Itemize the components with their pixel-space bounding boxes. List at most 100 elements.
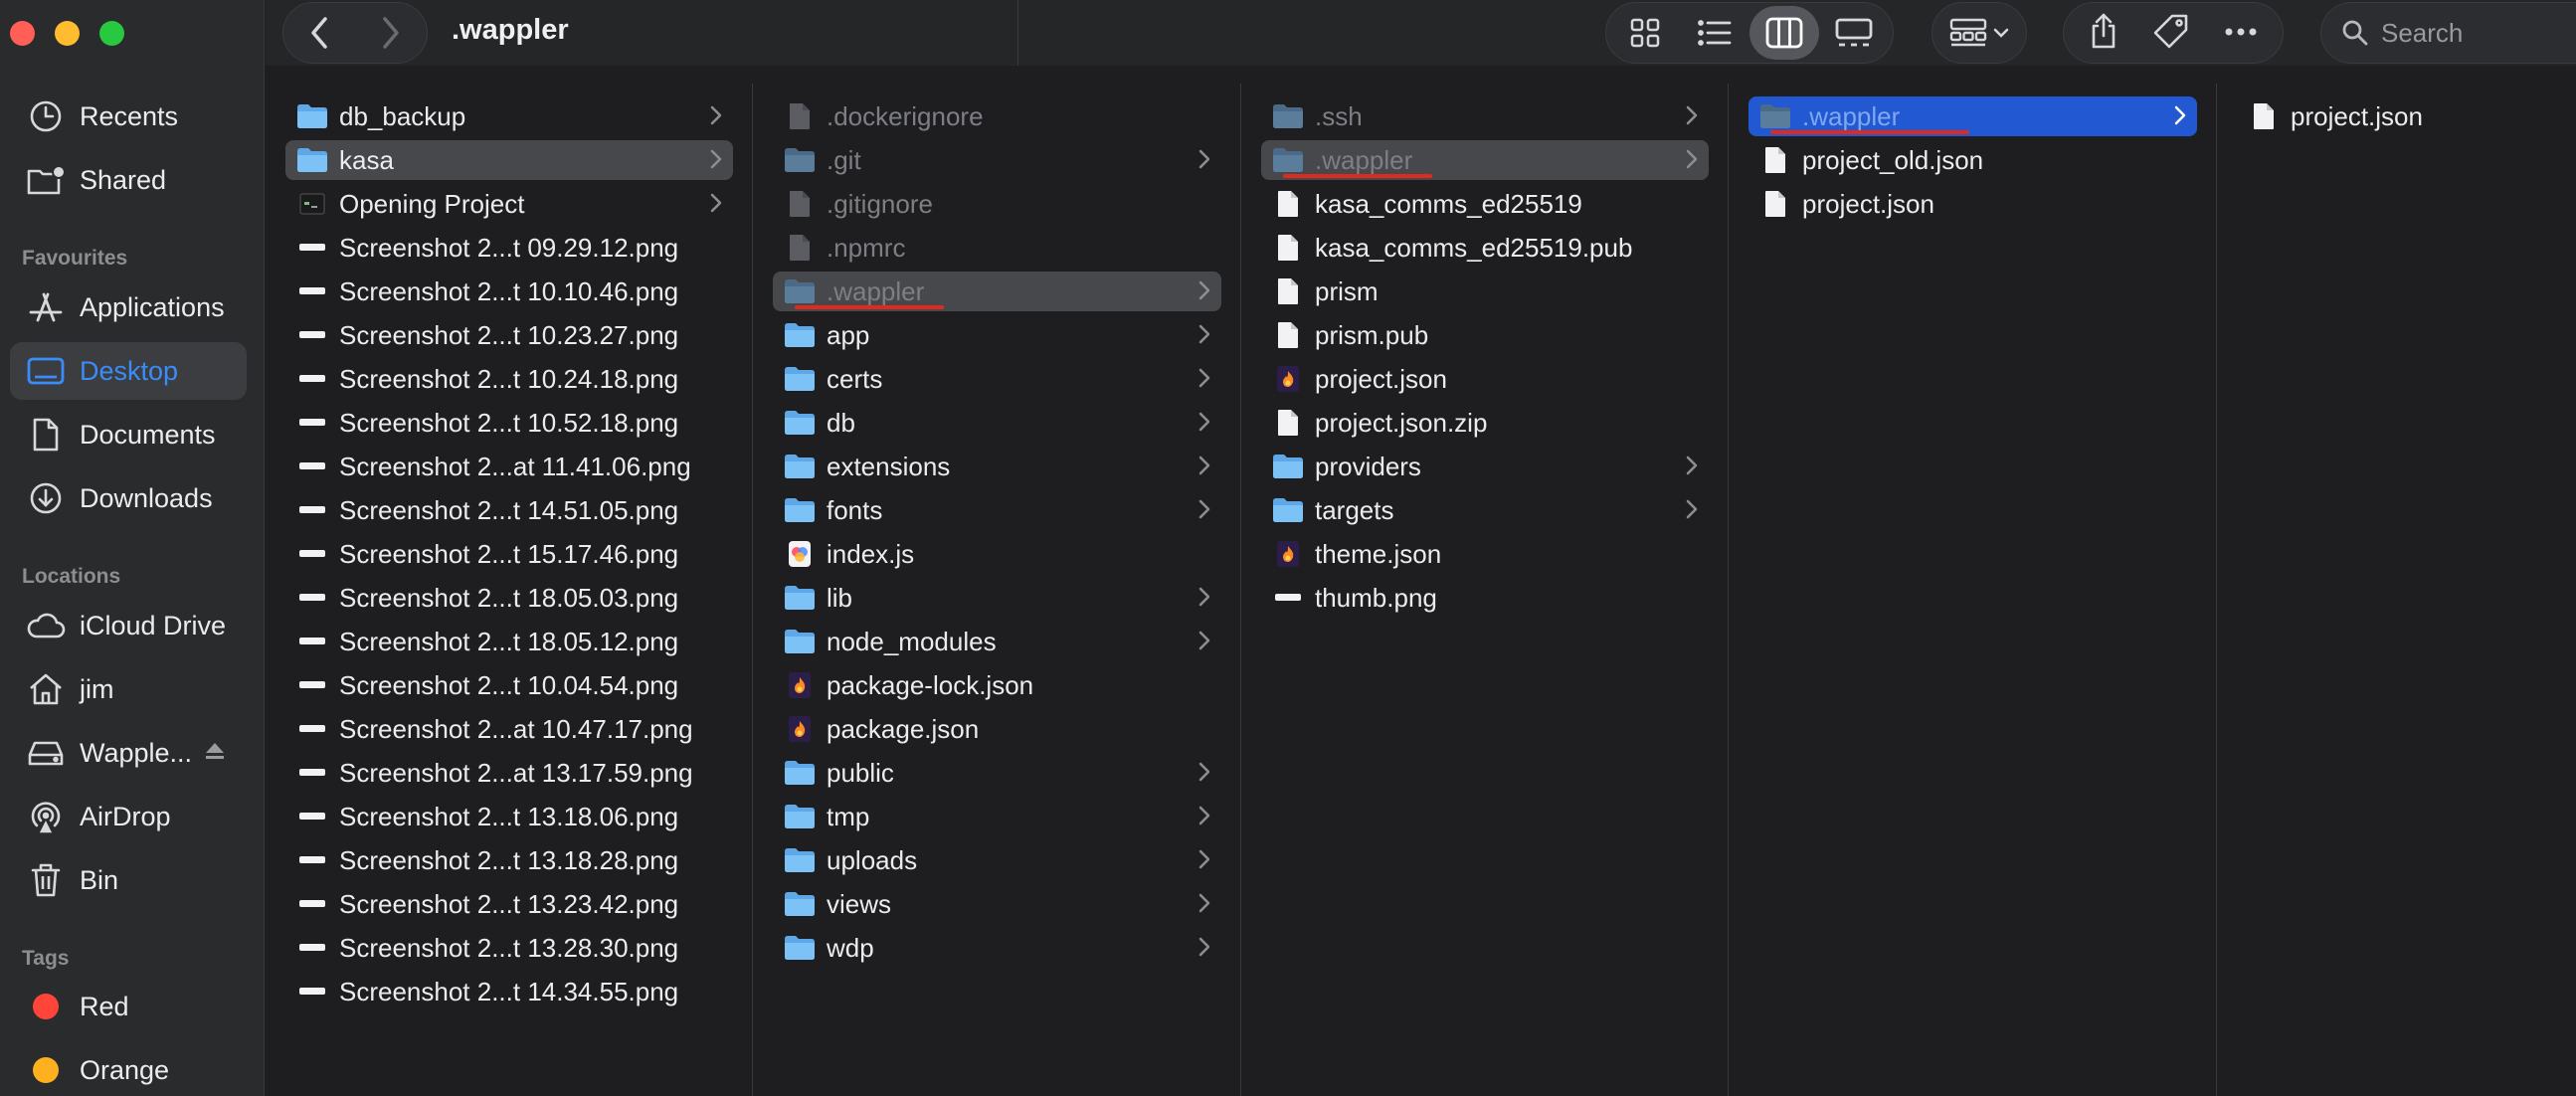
file-row[interactable]: package.json xyxy=(773,709,1221,749)
forward-button[interactable] xyxy=(355,2,427,64)
folder-icon xyxy=(783,318,817,352)
folder-row[interactable]: db_backup xyxy=(285,96,733,136)
eject-icon[interactable] xyxy=(204,741,226,766)
file-row[interactable]: Screenshot 2...t 10.04.54.png xyxy=(285,665,733,705)
icon-view-button[interactable] xyxy=(1610,6,1680,60)
sidebar-item-icloud-drive[interactable]: iCloud Drive xyxy=(10,597,247,654)
back-button[interactable] xyxy=(283,2,355,64)
disclosure-chevron-icon xyxy=(1197,455,1211,481)
item-name: views xyxy=(827,888,892,919)
search-field[interactable] xyxy=(2320,2,2576,64)
folder-row[interactable]: app xyxy=(773,315,1221,355)
window-title: .wappler xyxy=(452,14,569,46)
file-row[interactable]: Screenshot 2...t 13.28.30.png xyxy=(285,928,733,968)
folder-row[interactable]: extensions xyxy=(773,447,1221,486)
file-row[interactable]: Screenshot 2...t 18.05.03.png xyxy=(285,578,733,618)
image-thumbnail-icon xyxy=(1271,581,1305,615)
item-name: targets xyxy=(1315,494,1394,525)
sidebar-item-wapple[interactable]: Wapple... xyxy=(10,724,247,782)
list-view-button[interactable] xyxy=(1680,6,1749,60)
sidebar-tag-red[interactable]: Red xyxy=(10,978,247,1035)
file-row[interactable]: Screenshot 2...t 10.52.18.png xyxy=(285,403,733,443)
sidebar-item-recents[interactable]: Recents xyxy=(10,88,247,145)
sidebar-item-desktop[interactable]: Desktop xyxy=(10,342,247,400)
item-name: kasa xyxy=(339,144,394,175)
folder-row[interactable]: wdp xyxy=(773,928,1221,968)
folder-row[interactable]: db xyxy=(773,403,1221,443)
sidebar-tag-orange[interactable]: Orange xyxy=(10,1041,247,1096)
folder-row[interactable]: certs xyxy=(773,359,1221,399)
share-button[interactable] xyxy=(2089,12,2118,55)
folder-row[interactable]: .git xyxy=(773,140,1221,180)
file-row[interactable]: Screenshot 2...t 15.17.46.png xyxy=(285,534,733,574)
folder-row[interactable]: .ssh xyxy=(1261,96,1709,136)
folder-row[interactable]: node_modules xyxy=(773,622,1221,661)
file-row[interactable]: prism xyxy=(1261,272,1709,311)
minimize-window-button[interactable] xyxy=(55,21,80,46)
file-row[interactable]: .npmrc xyxy=(773,228,1221,268)
file-icon xyxy=(1271,406,1305,440)
file-row[interactable]: .gitignore xyxy=(773,184,1221,224)
file-row[interactable]: Screenshot 2...t 13.18.28.png xyxy=(285,840,733,880)
file-row[interactable]: Screenshot 2...at 11.41.06.png xyxy=(285,447,733,486)
file-icon xyxy=(1271,187,1305,221)
folder-row[interactable]: targets xyxy=(1261,490,1709,530)
file-row[interactable]: theme.json xyxy=(1261,534,1709,574)
gallery-view-button[interactable] xyxy=(1819,6,1889,60)
item-name: Screenshot 2...t 10.04.54.png xyxy=(339,669,679,700)
group-by-button[interactable] xyxy=(1932,2,2027,64)
file-row[interactable]: Screenshot 2...t 10.23.27.png xyxy=(285,315,733,355)
sidebar-item-shared[interactable]: Shared xyxy=(10,151,247,209)
file-row[interactable]: kasa_comms_ed25519 xyxy=(1261,184,1709,224)
file-row[interactable]: Screenshot 2...t 13.23.42.png xyxy=(285,884,733,924)
sidebar-item-jim[interactable]: jim xyxy=(10,660,247,718)
folder-row[interactable]: views xyxy=(773,884,1221,924)
disclosure-chevron-icon xyxy=(709,104,723,131)
file-row[interactable]: Screenshot 2...t 14.34.55.png xyxy=(285,972,733,1011)
file-row[interactable]: project_old.json xyxy=(1748,140,2197,180)
file-row[interactable]: package-lock.json xyxy=(773,665,1221,705)
file-row[interactable]: project.json xyxy=(1261,359,1709,399)
file-row[interactable]: Screenshot 2...t 09.29.12.png xyxy=(285,228,733,268)
folder-row[interactable]: public xyxy=(773,753,1221,793)
sidebar-item-bin[interactable]: Bin xyxy=(10,851,247,909)
search-input[interactable] xyxy=(2381,17,2560,49)
file-row[interactable]: thumb.png xyxy=(1261,578,1709,618)
folder-icon xyxy=(783,843,817,877)
file-row[interactable]: Screenshot 2...t 13.18.06.png xyxy=(285,797,733,836)
more-actions-button[interactable] xyxy=(2224,24,2258,42)
image-thumbnail-icon xyxy=(295,231,329,265)
folder-row[interactable]: Opening Project xyxy=(285,184,733,224)
disclosure-chevron-icon xyxy=(709,192,723,219)
folder-row[interactable]: tmp xyxy=(773,797,1221,836)
tag-button[interactable] xyxy=(2152,12,2190,55)
file-row[interactable]: project.json xyxy=(2237,96,2556,136)
file-row[interactable]: Screenshot 2...t 18.05.12.png xyxy=(285,622,733,661)
chevron-down-icon xyxy=(1993,28,2009,38)
file-row[interactable]: index.js xyxy=(773,534,1221,574)
folder-row[interactable]: fonts xyxy=(773,490,1221,530)
sidebar-item-downloads[interactable]: Downloads xyxy=(10,469,247,527)
file-row[interactable]: Screenshot 2...t 10.10.46.png xyxy=(285,272,733,311)
file-row[interactable]: project.json.zip xyxy=(1261,403,1709,443)
file-row[interactable]: Screenshot 2...at 13.17.59.png xyxy=(285,753,733,793)
sidebar-item-documents[interactable]: Documents xyxy=(10,406,247,463)
file-row[interactable]: Screenshot 2...t 10.24.18.png xyxy=(285,359,733,399)
column-view-button[interactable] xyxy=(1749,6,1819,60)
file-row[interactable]: prism.pub xyxy=(1261,315,1709,355)
folder-row[interactable]: uploads xyxy=(773,840,1221,880)
file-row[interactable]: .dockerignore xyxy=(773,96,1221,136)
file-row[interactable]: Screenshot 2...t 14.51.05.png xyxy=(285,490,733,530)
zoom-window-button[interactable] xyxy=(99,21,124,46)
file-row[interactable]: kasa_comms_ed25519.pub xyxy=(1261,228,1709,268)
sidebar-item-applications[interactable]: Applications xyxy=(10,278,247,336)
item-name: db_backup xyxy=(339,100,466,131)
folder-row[interactable]: lib xyxy=(773,578,1221,618)
file-row[interactable]: project.json xyxy=(1748,184,2197,224)
close-window-button[interactable] xyxy=(10,21,35,46)
sidebar-item-label: Desktop xyxy=(80,355,179,386)
sidebar-item-airdrop[interactable]: AirDrop xyxy=(10,788,247,845)
file-row[interactable]: Screenshot 2...at 10.47.17.png xyxy=(285,709,733,749)
folder-row[interactable]: providers xyxy=(1261,447,1709,486)
folder-row[interactable]: kasa xyxy=(285,140,733,180)
